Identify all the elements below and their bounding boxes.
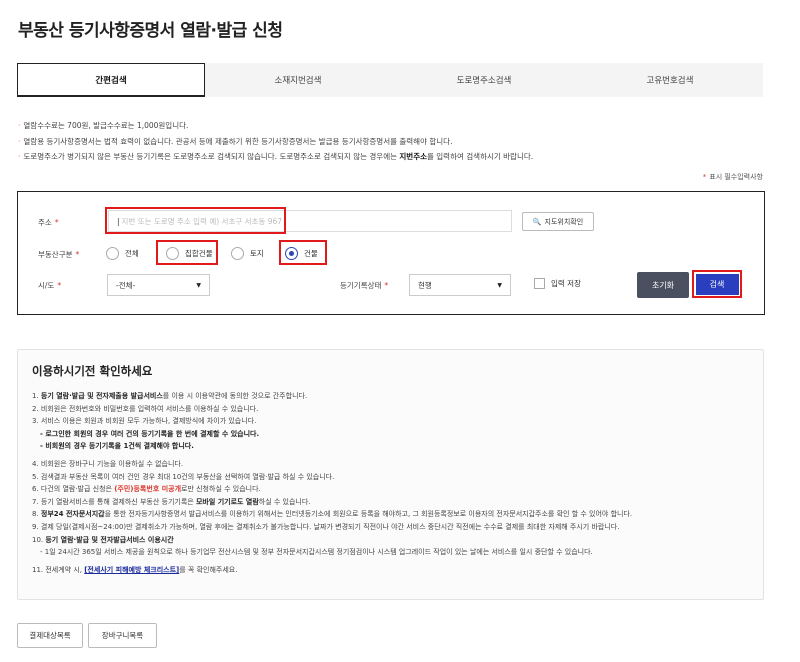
search-highlight: 검색 (692, 270, 742, 298)
search-form: 주소 * | 지번 또는 도로명 주소 입력 예) 서초구 서초동 967 🔍 지도위… (17, 191, 765, 315)
search-tabs: 간편검색 소재지번검색 도로명주소검색 고유번호검색 (17, 63, 763, 97)
guide-item: 8. 정부24 전자문서지갑을 통한 전자등기사항증명서 발급서비스를 이용하기… (32, 510, 633, 519)
radio-circle-icon (231, 247, 244, 260)
notice-item: · 도로명주소가 병기되지 않은 부동산 등기기록은 도로명주소로 검색되지 않습… (18, 152, 534, 161)
building-highlight (279, 240, 327, 265)
tab-simple-search[interactable]: 간편검색 (17, 63, 205, 97)
chevron-down-icon: ▼ (196, 281, 201, 289)
guide-item: 6. 다건의 열람·발급 신청은 (주민)등록번호 미공개로만 신청하실 수 있… (32, 485, 261, 494)
guide-title: 이용하시기전 확인하세요 (32, 364, 153, 378)
guide-item: 9. 결제 당일(결제시점~24:00)만 결제취소가 가능하며, 열람 후에는… (32, 522, 620, 531)
chevron-down-icon: ▼ (497, 281, 502, 289)
checkbox-icon (534, 278, 545, 289)
cart-list-button[interactable]: 장바구니목록 (88, 623, 157, 648)
record-status-select[interactable]: 현행 ▼ (409, 274, 511, 296)
search-icon: 🔍 (532, 217, 542, 226)
reset-button[interactable]: 초기화 (637, 272, 689, 298)
notice-list: · 열람수수료는 700원, 발급수수료는 1,000원입니다. · 열람용 등기사… (18, 118, 533, 165)
guide-subitem: - 비회원의 경우 등기기록을 1건씩 결제해야 합니다. (40, 442, 194, 451)
usage-guide: 이용하시기전 확인하세요 1. 등기 열람·발급 및 전자제출용 발급서비스를 … (17, 349, 764, 600)
aggregate-highlight (156, 240, 218, 265)
record-status-label: 등기기록상태 * (340, 281, 389, 290)
map-location-button[interactable]: 🔍 지도위치확인 (522, 212, 594, 231)
notice-item: · 열람수수료는 700원, 발급수수료는 1,000원입니다. (18, 121, 189, 130)
page-title: 부동산 등기사항증명서 열람·발급 신청 (18, 21, 283, 41)
guide-item: 4. 비회원은 장바구니 기능을 이용하실 수 없습니다. (32, 459, 184, 468)
guide-list: 1. 등기 열람·발급 및 전자제출용 발급서비스를 이용 시 이용약관에 동의… (32, 390, 632, 576)
save-input-checkbox[interactable]: 입력 저장 (534, 278, 581, 289)
guide-item: 5. 검색결과 부동산 목록이 여러 건인 경우 최대 10건의 부동산을 선택… (32, 472, 335, 481)
address-highlight (105, 207, 286, 234)
guide-item: 2. 비회원은 전화번호와 비밀번호를 입력하여 서비스를 이용하실 수 있습니… (32, 404, 259, 413)
guide-item: 10. 등기 열람·발급 및 전자발급서비스 이용시간 (32, 535, 174, 544)
guide-item: 7. 등기 열람서비스를 통해 결제하신 부동산 등기기록은 모바일 기기로도 … (32, 497, 311, 506)
payment-list-button[interactable]: 결제대상목록 (17, 623, 83, 648)
tab-road-address-search[interactable]: 도로명주소검색 (391, 63, 577, 97)
radio-all[interactable]: 전체 (106, 247, 139, 260)
radio-land[interactable]: 토지 (231, 247, 264, 260)
guide-item: 3. 서비스 이용은 회원과 비회원 모두 가능하나, 결제방식에 차이가 있습… (32, 417, 257, 426)
guide-subitem: - 로그인한 회원의 경우 여러 건의 등기기록을 한 번에 결제할 수 있습니… (40, 429, 260, 438)
region-select[interactable]: -전체- ▼ (107, 274, 210, 296)
guide-item: 11. 전세계약 시, [전세사기 피해예방 체크리스트]를 꼭 확인해주세요. (32, 565, 238, 574)
required-hint: * 표시 필수입력사항 (702, 173, 763, 181)
address-label: 주소 * (38, 218, 59, 227)
region-label: 시/도 * (38, 281, 62, 290)
radio-circle-icon (106, 247, 119, 260)
guide-subitem: - 1일 24시간 365일 서비스 제공을 원칙으로 하나 등기업무 전산시스… (40, 548, 593, 557)
notice-item: · 열람용 등기사항증명서는 법적 효력이 없습니다. 관공서 등에 제출하기 위… (18, 136, 453, 146)
search-button[interactable]: 검색 (695, 273, 739, 295)
guide-item: 1. 등기 열람·발급 및 전자제출용 발급서비스를 이용 시 이용약관에 동의… (32, 392, 308, 400)
property-type-label: 부동산구분 * (38, 250, 80, 259)
tab-lot-address-search[interactable]: 소재지번검색 (205, 63, 391, 97)
tab-unique-number-search[interactable]: 고유번호검색 (577, 63, 763, 97)
fraud-checklist-link[interactable]: [전세사기 피해예방 체크리스트] (84, 566, 179, 574)
